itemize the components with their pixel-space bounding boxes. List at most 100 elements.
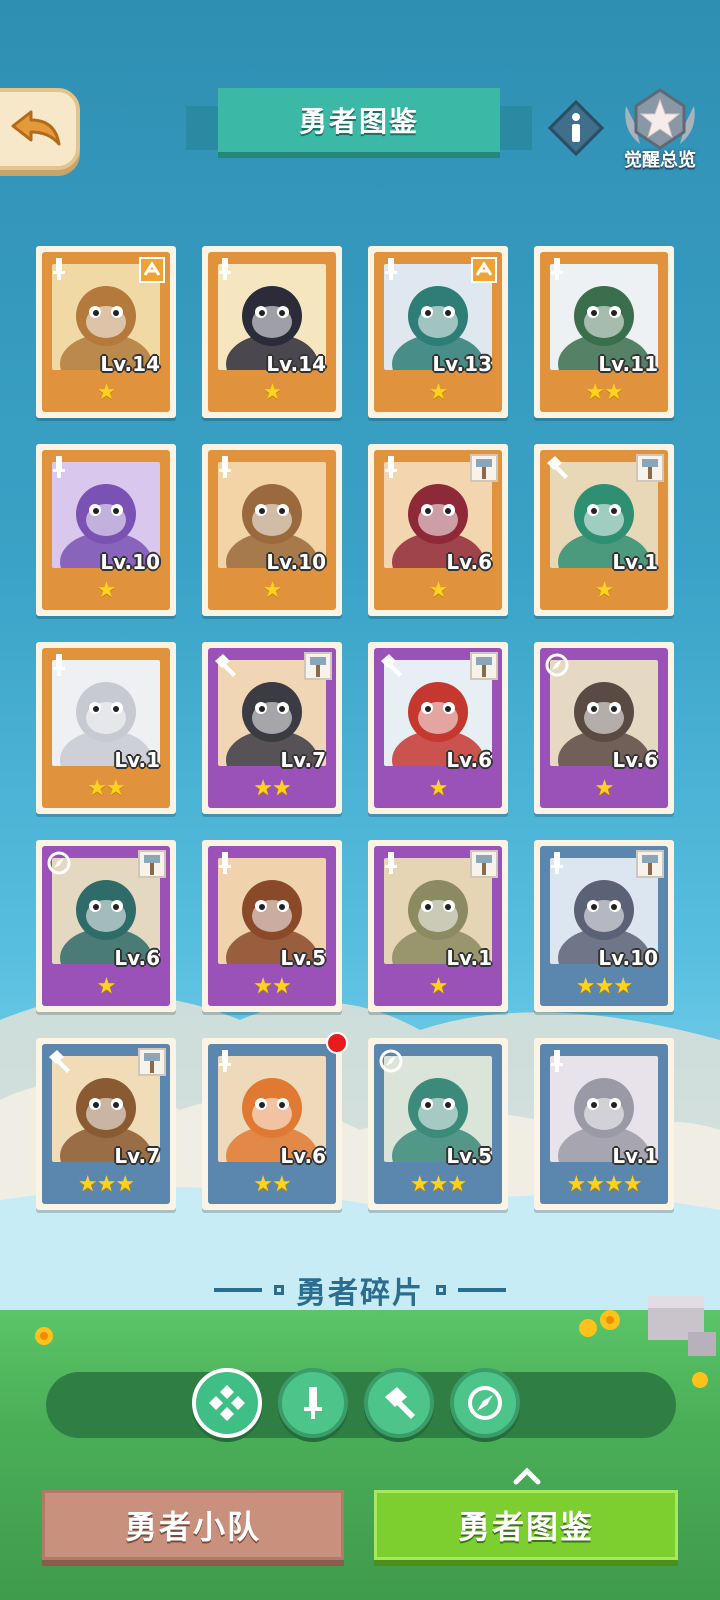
hero-card[interactable]: Lv.14 ★ xyxy=(36,246,176,418)
chevron-up-icon xyxy=(513,1467,541,1485)
hero-card[interactable]: Lv.5 ★★★ xyxy=(368,1038,508,1210)
hero-level: Lv.5 xyxy=(280,946,326,970)
hero-level: Lv.7 xyxy=(280,748,326,772)
hero-card[interactable]: Lv.6 ★ xyxy=(368,642,508,814)
back-arrow-icon xyxy=(11,110,61,146)
hero-level: Lv.11 xyxy=(598,352,658,376)
hero-star-rating: ★★ xyxy=(87,776,125,801)
hero-star-rating: ★★★ xyxy=(77,1172,135,1197)
hero-level: Lv.6 xyxy=(612,748,658,772)
hero-star-rating: ★ xyxy=(594,578,615,603)
hero-star-rating: ★ xyxy=(428,578,449,603)
hero-card[interactable]: Lv.7 ★★★ xyxy=(36,1038,176,1210)
filter-compass-button[interactable] xyxy=(450,1368,520,1438)
compass-icon xyxy=(468,1386,502,1420)
hero-card-frame: Lv.10 ★ xyxy=(42,450,170,610)
tab-hero-codex[interactable]: 勇者图鉴 xyxy=(374,1490,678,1560)
page-title-banner: 勇者图鉴 xyxy=(186,88,532,160)
hero-level: Lv.6 xyxy=(446,748,492,772)
hero-card[interactable]: Lv.10 ★★★ xyxy=(534,840,674,1012)
hero-card-frame: Lv.7 ★★ xyxy=(208,648,336,808)
hero-level: Lv.1 xyxy=(612,1144,658,1168)
hero-card[interactable]: Lv.10 ★ xyxy=(202,444,342,616)
hammer-badge-icon xyxy=(469,849,499,879)
hero-card[interactable]: Lv.14 ★ xyxy=(202,246,342,418)
info-icon xyxy=(547,99,605,157)
back-button[interactable] xyxy=(0,88,80,170)
hero-card-frame: Lv.14 ★ xyxy=(208,252,336,412)
hero-card[interactable]: Lv.1 ★★★★ xyxy=(534,1038,674,1210)
filter-hammer-button[interactable] xyxy=(364,1368,434,1438)
hero-card[interactable]: Lv.5 ★★ xyxy=(202,840,342,1012)
hero-card-frame: Lv.13 ★ xyxy=(374,252,502,412)
hero-star-rating: ★★ xyxy=(253,1172,291,1197)
hero-card[interactable]: Lv.7 ★★ xyxy=(202,642,342,814)
notification-dot xyxy=(326,1032,348,1054)
divider-square xyxy=(436,1285,446,1295)
info-button[interactable] xyxy=(547,99,605,157)
sword-icon xyxy=(543,849,571,877)
hero-level: Lv.1 xyxy=(114,748,160,772)
divider-square xyxy=(274,1285,284,1295)
flower-decoration xyxy=(692,1372,708,1388)
hero-card-frame: Lv.1 ★★★★ xyxy=(540,1044,668,1204)
hammer-icon xyxy=(543,453,571,481)
hammer-icon xyxy=(45,1047,73,1075)
hero-star-rating: ★★ xyxy=(253,776,291,801)
sword-icon xyxy=(211,453,239,481)
hero-card[interactable]: Lv.6 ★ xyxy=(534,642,674,814)
filter-sword-button[interactable] xyxy=(278,1368,348,1438)
all-classes-icon xyxy=(209,1385,245,1421)
hero-star-rating: ★★ xyxy=(585,380,623,405)
hero-card[interactable]: Lv.6 ★ xyxy=(368,444,508,616)
hero-card[interactable]: Lv.1 ★ xyxy=(368,840,508,1012)
hammer-icon xyxy=(211,651,239,679)
sword-icon xyxy=(543,1047,571,1075)
sword-icon xyxy=(543,255,571,283)
divider-line xyxy=(214,1288,262,1292)
hero-card[interactable]: Lv.1 ★ xyxy=(534,444,674,616)
awaken-overview-button[interactable]: 觉醒总览 xyxy=(612,86,708,172)
tab-hero-codex-label: 勇者图鉴 xyxy=(457,1508,594,1546)
hero-level: Lv.10 xyxy=(100,550,160,574)
hero-level: Lv.6 xyxy=(280,1144,326,1168)
hero-level: Lv.5 xyxy=(446,1144,492,1168)
hero-card-frame: Lv.6 ★ xyxy=(42,846,170,1006)
hero-star-rating: ★ xyxy=(428,974,449,999)
hero-card[interactable]: Lv.11 ★★ xyxy=(534,246,674,418)
hero-star-rating: ★ xyxy=(594,776,615,801)
hero-card-frame: Lv.6 ★★ xyxy=(208,1044,336,1204)
hero-star-rating: ★★ xyxy=(253,974,291,999)
tab-hero-team[interactable]: 勇者小队 xyxy=(42,1490,344,1560)
title-box: 勇者图鉴 xyxy=(218,88,500,152)
filter-all-button[interactable] xyxy=(192,1368,262,1438)
hero-card[interactable]: Lv.10 ★ xyxy=(36,444,176,616)
flower-decoration xyxy=(579,1310,620,1337)
hammer-badge-icon xyxy=(303,651,333,681)
hero-level: Lv.14 xyxy=(266,352,326,376)
hero-card[interactable]: Lv.1 ★★ xyxy=(36,642,176,814)
hero-star-rating: ★★★ xyxy=(575,974,633,999)
hero-level: Lv.1 xyxy=(612,550,658,574)
hero-card-frame: Lv.1 ★ xyxy=(540,450,668,610)
class-filter-bar xyxy=(46,1368,676,1438)
sword-icon xyxy=(45,453,73,481)
hero-card-frame: Lv.10 ★ xyxy=(208,450,336,610)
hero-card[interactable]: Lv.6 ★ xyxy=(36,840,176,1012)
page-title: 勇者图鉴 xyxy=(298,105,419,138)
fragments-title: 勇者碎片 xyxy=(296,1276,424,1311)
hammer-badge-icon xyxy=(469,651,499,681)
hero-level: Lv.7 xyxy=(114,1144,160,1168)
hero-star-rating: ★ xyxy=(428,380,449,405)
hero-card[interactable]: Lv.6 ★★ xyxy=(202,1032,348,1210)
hero-level: Lv.10 xyxy=(266,550,326,574)
hero-star-rating: ★ xyxy=(428,776,449,801)
hero-card-frame: Lv.14 ★ xyxy=(42,252,170,412)
hero-card-frame: Lv.6 ★ xyxy=(540,648,668,808)
hero-card[interactable]: Lv.13 ★ xyxy=(368,246,508,418)
sword-icon xyxy=(211,255,239,283)
compass-icon xyxy=(543,651,571,679)
sword-icon xyxy=(211,849,239,877)
hero-card-frame: Lv.5 ★★ xyxy=(208,846,336,1006)
hero-card-frame: Lv.1 ★ xyxy=(374,846,502,1006)
